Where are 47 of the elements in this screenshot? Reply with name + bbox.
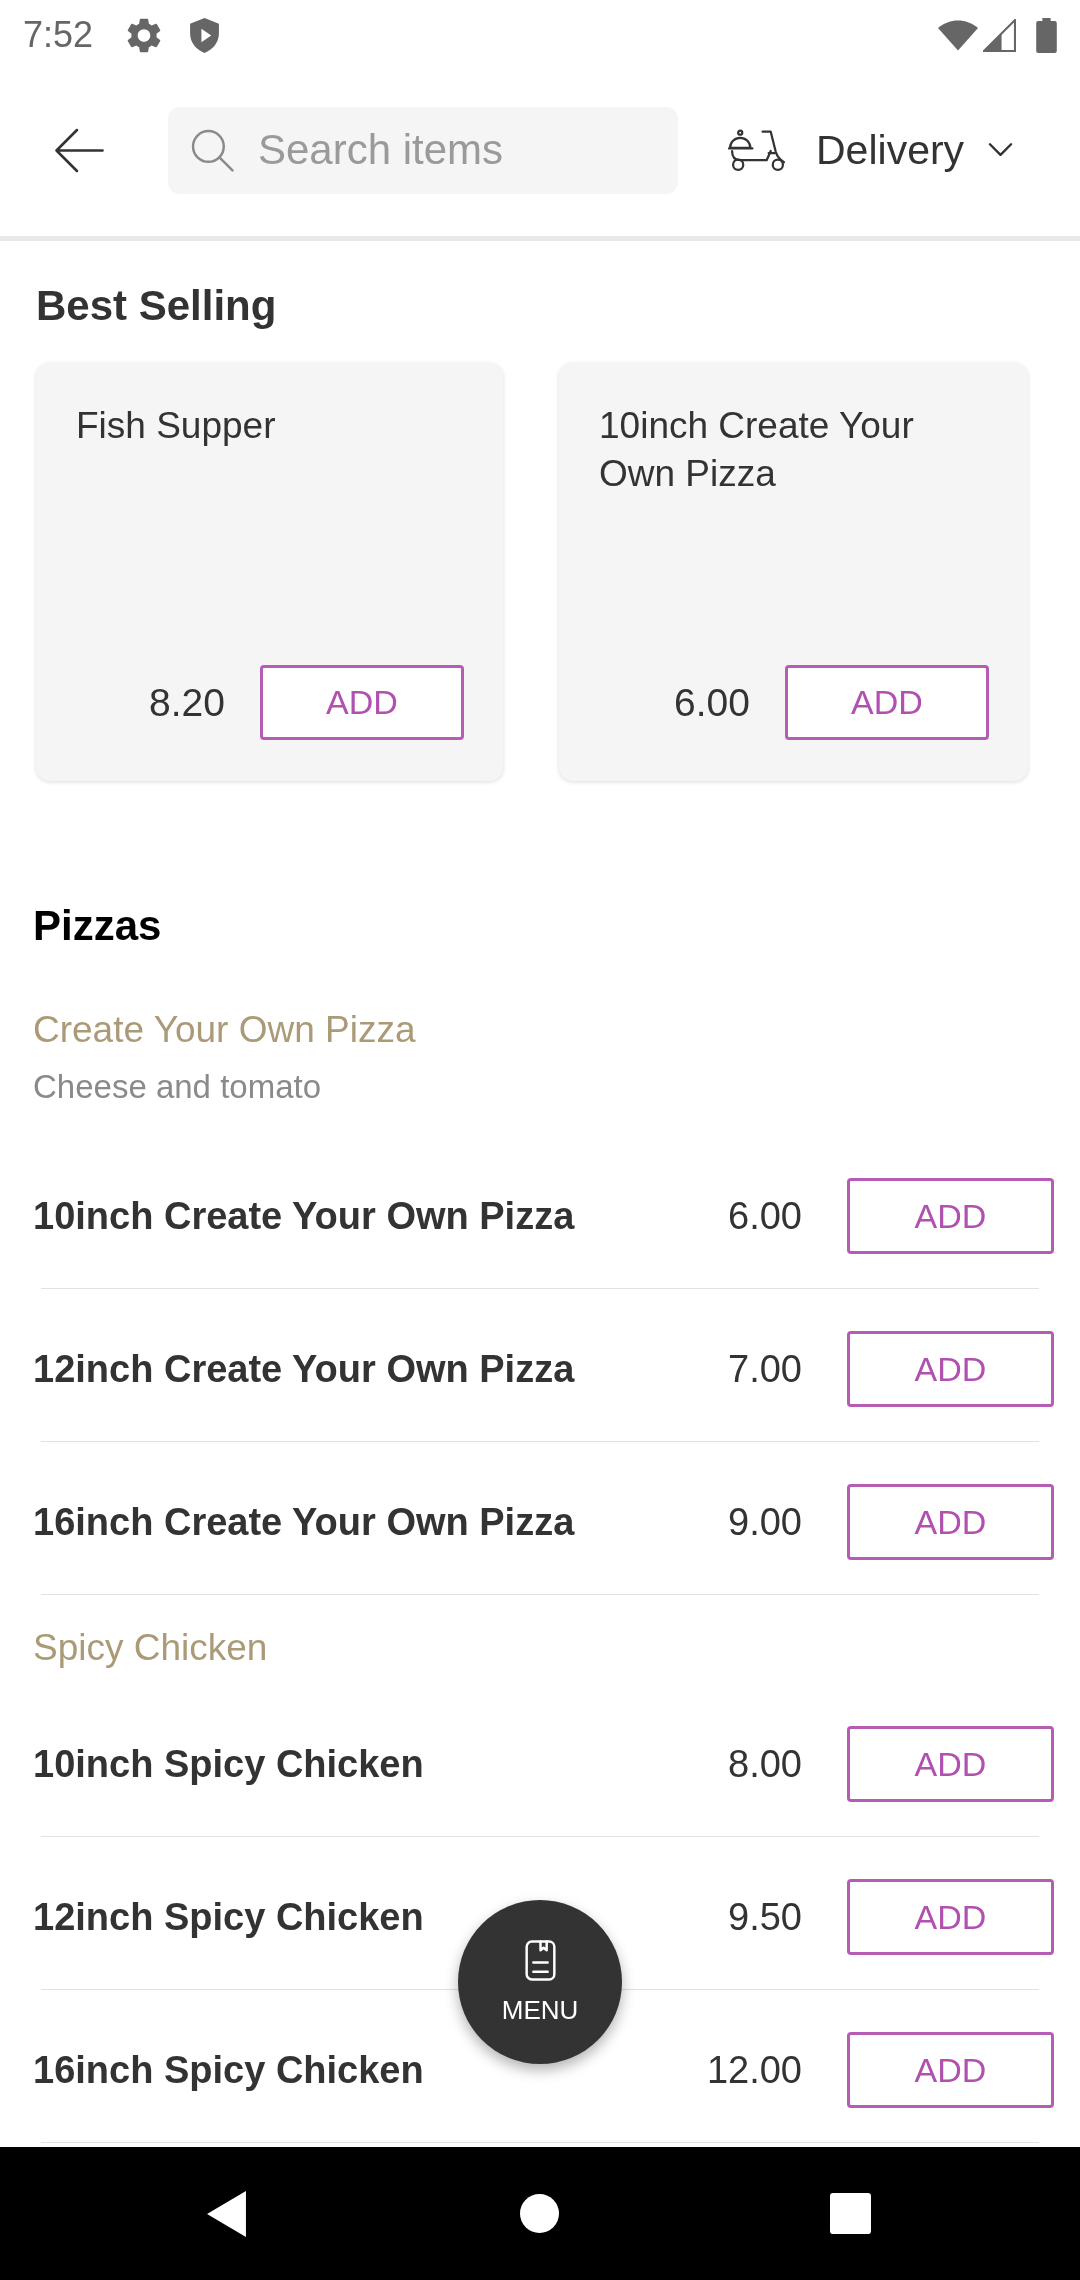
product-price: 6.00 [674, 679, 750, 726]
battery-icon [1036, 17, 1057, 53]
category-title: Spicy Chicken [33, 1626, 268, 1670]
search-icon [191, 128, 234, 172]
product-name: Fish Supper [76, 404, 276, 448]
menu-button[interactable]: MENU [458, 1900, 622, 2064]
add-button[interactable]: ADD [785, 665, 989, 740]
add-button[interactable]: ADD [847, 1726, 1054, 1802]
product-card[interactable]: Fish Supper 8.20 ADD [36, 363, 503, 781]
add-button[interactable]: ADD [847, 1178, 1054, 1254]
chevron-down-icon [988, 142, 1014, 158]
product-card[interactable]: 10inch Create Your Own Pizza 6.00 ADD [559, 363, 1028, 781]
search-field[interactable]: Search items [168, 106, 678, 194]
item-price: 8.00 [728, 1742, 802, 1786]
item-name: 10inch Create Your Own Pizza [33, 1194, 575, 1239]
item-price: 9.00 [728, 1500, 802, 1544]
gear-icon [127, 17, 162, 53]
item-name: 16inch Create Your Own Pizza [33, 1500, 575, 1545]
delivery-dropdown[interactable]: Delivery [728, 126, 1014, 174]
category-title: Create Your Own Pizza [33, 1008, 416, 1052]
product-name: 10inch Create Your Own Pizza [599, 404, 915, 496]
item-name: 12inch Create Your Own Pizza [33, 1347, 575, 1392]
section-title: Best Selling [36, 281, 277, 331]
booklet-icon [524, 1939, 556, 1981]
item-price: 12.00 [706, 2048, 802, 2092]
signal-icon [983, 18, 1016, 52]
item-price: 9.50 [728, 1895, 802, 1939]
add-button[interactable]: ADD [847, 2032, 1054, 2108]
wifi-icon [938, 19, 978, 51]
add-button[interactable]: ADD [847, 1879, 1054, 1955]
add-button[interactable]: ADD [847, 1331, 1054, 1407]
status-time: 7:52 [23, 14, 94, 56]
category-description: Cheese and tomato [33, 1067, 322, 1107]
add-button[interactable]: ADD [260, 665, 464, 740]
section-title: Pizzas [33, 901, 162, 951]
item-name: 12inch Spicy Chicken [33, 1895, 424, 1940]
item-price: 6.00 [728, 1194, 802, 1238]
item-price: 7.00 [728, 1347, 802, 1391]
add-button[interactable]: ADD [847, 1484, 1054, 1560]
shield-icon [189, 17, 221, 53]
product-price: 8.20 [149, 679, 225, 726]
item-name: 16inch Spicy Chicken [33, 2048, 424, 2093]
back-icon[interactable] [53, 127, 105, 173]
item-name: 10inch Spicy Chicken [33, 1742, 424, 1787]
scooter-icon [728, 128, 787, 172]
back-icon[interactable] [207, 2190, 246, 2237]
home-icon[interactable] [520, 2194, 559, 2233]
